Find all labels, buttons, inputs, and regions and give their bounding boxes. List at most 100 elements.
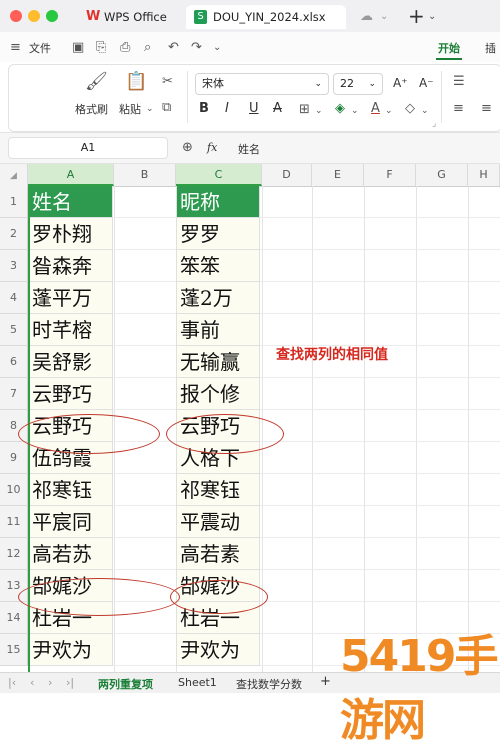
- name-box[interactable]: A1: [8, 137, 168, 159]
- row-header[interactable]: 5: [0, 314, 28, 346]
- maximize-window-button[interactable]: [46, 10, 58, 22]
- column-header-c[interactable]: C: [176, 164, 262, 186]
- last-sheet-icon[interactable]: ›|: [66, 676, 74, 689]
- new-tab-button[interactable]: +: [408, 4, 425, 28]
- formula-input[interactable]: 姓名: [238, 141, 260, 157]
- print-preview-icon[interactable]: ⌕: [144, 41, 151, 55]
- print-icon[interactable]: ⎙: [120, 41, 130, 55]
- column-header-f[interactable]: F: [364, 164, 416, 186]
- paste-dropdown-icon[interactable]: ⌄: [146, 102, 154, 116]
- column-header-h[interactable]: H: [468, 164, 500, 186]
- row-header[interactable]: 1: [0, 186, 28, 218]
- tab-wps-office[interactable]: W WPS Office: [78, 5, 178, 29]
- column-header-a[interactable]: A: [28, 164, 114, 186]
- zoom-search-icon[interactable]: ⊕: [182, 141, 193, 155]
- row-header[interactable]: 12: [0, 538, 28, 570]
- font-size-select[interactable]: 22 ⌄: [333, 73, 383, 95]
- export-pdf-icon[interactable]: ⎘: [96, 41, 106, 55]
- strikethrough-button[interactable]: A: [273, 101, 282, 116]
- redo-icon[interactable]: ↷: [191, 41, 202, 55]
- borders-icon[interactable]: ⊞: [299, 103, 310, 117]
- cell-nickname[interactable]: 蓬2万: [176, 282, 260, 314]
- quick-access-dropdown-icon[interactable]: ⌄: [213, 41, 221, 55]
- sheet-tab[interactable]: Sheet1: [178, 676, 217, 689]
- save-icon[interactable]: ▣: [72, 41, 84, 55]
- chevron-down-icon[interactable]: ⌄: [380, 10, 388, 24]
- copy-icon[interactable]: ⧉: [162, 101, 171, 115]
- decrease-font-button[interactable]: A⁻: [419, 76, 434, 90]
- header-cell-nickname[interactable]: 昵称: [176, 186, 260, 218]
- prev-sheet-icon[interactable]: ‹: [30, 676, 34, 689]
- minimize-window-button[interactable]: [28, 10, 40, 22]
- tabs-dropdown-icon[interactable]: ⌄: [428, 10, 436, 24]
- cell-name[interactable]: 时芊榕: [29, 314, 113, 346]
- cell-name[interactable]: 昝森奔: [29, 250, 113, 282]
- first-sheet-icon[interactable]: |‹: [8, 676, 16, 689]
- cell-name[interactable]: 平宸同: [29, 506, 113, 538]
- cell-name[interactable]: 吴舒影: [29, 346, 113, 378]
- font-dialog-launcher-icon[interactable]: ⌟: [432, 117, 436, 131]
- align-top-icon[interactable]: ☰: [453, 75, 465, 89]
- select-all-corner[interactable]: ◢: [0, 164, 28, 186]
- column-header-d[interactable]: D: [262, 164, 312, 186]
- cell-name[interactable]: 云野巧: [29, 378, 113, 410]
- chevron-down-icon[interactable]: ⌄: [351, 104, 359, 118]
- column-header-b[interactable]: B: [114, 164, 176, 186]
- sheet-tab[interactable]: 查找数学分数: [236, 676, 302, 692]
- cell-nickname[interactable]: 平震动: [176, 506, 260, 538]
- column-header-g[interactable]: G: [416, 164, 468, 186]
- cell-name[interactable]: 罗朴翔: [29, 218, 113, 250]
- bold-button[interactable]: B: [199, 101, 209, 116]
- row-header[interactable]: 10: [0, 474, 28, 506]
- chevron-down-icon[interactable]: ⌄: [385, 104, 393, 118]
- row-header[interactable]: 15: [0, 634, 28, 666]
- row-header[interactable]: 11: [0, 506, 28, 538]
- row-header[interactable]: 6: [0, 346, 28, 378]
- close-window-button[interactable]: [10, 10, 22, 22]
- row-header[interactable]: 9: [0, 442, 28, 474]
- fill-color-icon[interactable]: ◈: [335, 102, 345, 116]
- cell-nickname[interactable]: 高若素: [176, 538, 260, 570]
- chevron-down-icon[interactable]: ⌄: [421, 104, 429, 118]
- cloud-icon[interactable]: ☁: [360, 10, 373, 24]
- cell-nickname[interactable]: 尹欢为: [176, 634, 260, 666]
- format-painter-button[interactable]: 格式刷: [75, 101, 108, 117]
- font-color-icon[interactable]: A: [371, 102, 380, 116]
- clear-format-icon[interactable]: ◇: [405, 102, 415, 116]
- cell-name[interactable]: 祁寒钰: [29, 474, 113, 506]
- row-header[interactable]: 3: [0, 250, 28, 282]
- align-left-icon[interactable]: ≡: [453, 102, 464, 116]
- increase-font-button[interactable]: A⁺: [393, 76, 408, 90]
- cut-icon[interactable]: ✂: [162, 75, 173, 89]
- cell-nickname[interactable]: 无输赢: [176, 346, 260, 378]
- row-header[interactable]: 7: [0, 378, 28, 410]
- undo-icon[interactable]: ↶: [168, 41, 179, 55]
- cell-name[interactable]: 尹欢为: [29, 634, 113, 666]
- row-header[interactable]: 14: [0, 602, 28, 634]
- cell-nickname[interactable]: 罗罗: [176, 218, 260, 250]
- italic-button[interactable]: I: [225, 101, 229, 116]
- format-painter-icon[interactable]: 🖌: [85, 73, 108, 91]
- chevron-down-icon[interactable]: ⌄: [315, 104, 323, 118]
- tab-document[interactable]: S DOU_YIN_2024.xlsx: [186, 5, 346, 29]
- column-header-e[interactable]: E: [312, 164, 364, 186]
- font-name-select[interactable]: 宋体 ⌄: [195, 73, 329, 95]
- cell-nickname[interactable]: 祁寒钰: [176, 474, 260, 506]
- insert-function-button[interactable]: fx: [207, 141, 217, 154]
- align-center-icon[interactable]: ≡: [481, 102, 492, 116]
- row-header[interactable]: 2: [0, 218, 28, 250]
- cell-nickname[interactable]: 事前: [176, 314, 260, 346]
- tab-insert[interactable]: 插: [485, 40, 496, 56]
- row-header[interactable]: 4: [0, 282, 28, 314]
- next-sheet-icon[interactable]: ›: [48, 676, 52, 689]
- cell-name[interactable]: 蓬平万: [29, 282, 113, 314]
- sheet-tab-active[interactable]: 两列重复项: [98, 676, 153, 692]
- cell-nickname[interactable]: 笨笨: [176, 250, 260, 282]
- hamburger-menu-icon[interactable]: ≡: [10, 41, 21, 55]
- paste-icon[interactable]: 📋: [125, 73, 147, 91]
- header-cell-name[interactable]: 姓名: [29, 186, 113, 218]
- cell-nickname[interactable]: 报个修: [176, 378, 260, 410]
- add-sheet-button[interactable]: +: [320, 674, 331, 689]
- menu-file[interactable]: 文件: [29, 40, 51, 56]
- tab-home[interactable]: 开始: [438, 40, 460, 56]
